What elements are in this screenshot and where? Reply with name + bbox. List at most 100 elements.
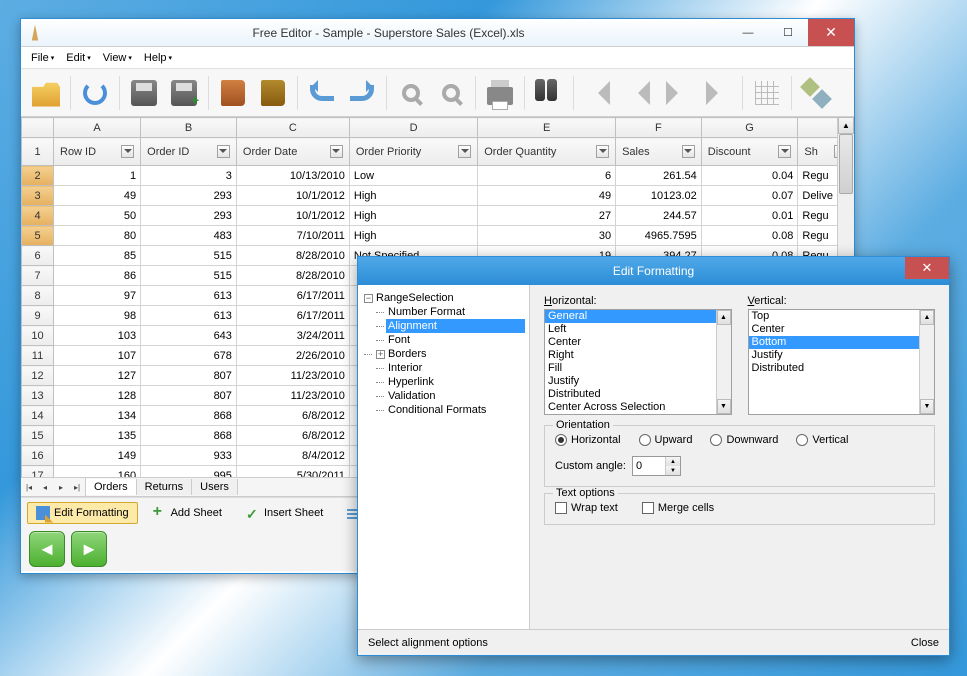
custom-angle-input[interactable]: [633, 457, 665, 475]
field-header[interactable]: Order ID: [141, 138, 237, 166]
row-header[interactable]: 11: [22, 346, 54, 366]
table-row[interactable]: 45029310/1/2012High27244.570.01Regu: [22, 206, 854, 226]
tab-next-button[interactable]: ▸: [53, 478, 69, 496]
dialog-close-link[interactable]: Close: [911, 637, 939, 649]
tab-prev-button[interactable]: ◂: [37, 478, 53, 496]
row-header[interactable]: 15: [22, 426, 54, 446]
list-item[interactable]: Right: [545, 349, 716, 362]
tree-alignment[interactable]: Alignment: [386, 319, 525, 333]
menu-file[interactable]: File▾: [25, 50, 60, 66]
shapes-button[interactable]: [797, 74, 835, 112]
col-header[interactable]: G: [701, 118, 798, 138]
row-header[interactable]: 6: [22, 246, 54, 266]
scroll-thumb[interactable]: [839, 134, 853, 194]
undo-button[interactable]: [303, 74, 341, 112]
list-item[interactable]: Bottom: [749, 336, 920, 349]
prev-button[interactable]: [619, 74, 657, 112]
row-header[interactable]: 10: [22, 326, 54, 346]
field-header[interactable]: Discount: [701, 138, 798, 166]
field-header[interactable]: Order Quantity: [478, 138, 616, 166]
maximize-button[interactable]: ☐: [768, 19, 808, 46]
zoom-out-button[interactable]: [432, 74, 470, 112]
tree-conditional-formats[interactable]: Conditional Formats: [386, 403, 525, 417]
add-sheet-button[interactable]: +Add Sheet: [144, 502, 231, 524]
tree-hyperlink[interactable]: Hyperlink: [386, 375, 525, 389]
tab-returns[interactable]: Returns: [137, 479, 193, 495]
dialog-close-button[interactable]: ✕: [905, 257, 949, 279]
filter-button[interactable]: [458, 145, 471, 158]
nav-forward-button[interactable]: ►: [71, 531, 107, 567]
refresh-button[interactable]: [76, 74, 114, 112]
dialog-tree[interactable]: −RangeSelection Number Format Alignment …: [358, 285, 530, 629]
edit-formatting-button[interactable]: Edit Formatting: [27, 502, 138, 524]
tree-interior[interactable]: Interior: [386, 361, 525, 375]
filter-button[interactable]: [330, 145, 343, 158]
expand-icon[interactable]: +: [376, 350, 385, 359]
col-header[interactable]: B: [141, 118, 237, 138]
table-row[interactable]: 21310/13/2010Low6261.540.04Regu: [22, 166, 854, 186]
table-row[interactable]: 5804837/10/2011High304965.75950.08Regu: [22, 226, 854, 246]
menu-edit[interactable]: Edit▾: [60, 50, 96, 66]
tree-borders[interactable]: +Borders: [374, 347, 525, 361]
row-header[interactable]: 1: [22, 138, 54, 166]
list-item[interactable]: Top: [749, 310, 920, 323]
menu-help[interactable]: Help▾: [138, 50, 178, 66]
list-scroll-down[interactable]: ▼: [717, 399, 731, 414]
list-scroll-up[interactable]: ▲: [717, 310, 731, 325]
radio-horizontal[interactable]: Horizontal: [555, 434, 621, 446]
row-header[interactable]: 13: [22, 386, 54, 406]
spin-up-button[interactable]: ▲: [666, 457, 680, 466]
close-button[interactable]: ✕: [808, 19, 854, 46]
col-header[interactable]: E: [478, 118, 616, 138]
first-button[interactable]: [579, 74, 617, 112]
field-header[interactable]: Row ID: [54, 138, 141, 166]
dialog-titlebar[interactable]: Edit Formatting ✕: [358, 257, 949, 285]
grid-button[interactable]: [748, 74, 786, 112]
field-header[interactable]: Order Priority: [349, 138, 477, 166]
radio-vertical[interactable]: Vertical: [796, 434, 848, 446]
col-header[interactable]: A: [54, 118, 141, 138]
col-header[interactable]: F: [616, 118, 702, 138]
scroll-up-button[interactable]: ▲: [838, 117, 854, 134]
spin-down-button[interactable]: ▼: [666, 466, 680, 475]
col-header[interactable]: C: [236, 118, 349, 138]
next-button[interactable]: [659, 74, 697, 112]
list-item[interactable]: General: [545, 310, 716, 323]
row-header[interactable]: 3: [22, 186, 54, 206]
row-header[interactable]: 2: [22, 166, 54, 186]
nav-back-button[interactable]: ◄: [29, 531, 65, 567]
tree-root[interactable]: −RangeSelection: [362, 291, 525, 305]
save-button[interactable]: [125, 74, 163, 112]
menu-view[interactable]: View▾: [97, 50, 138, 66]
list-item[interactable]: Justify: [749, 349, 920, 362]
titlebar[interactable]: Free Editor - Sample - Superstore Sales …: [21, 19, 854, 47]
row-header[interactable]: 9: [22, 306, 54, 326]
custom-angle-spinner[interactable]: ▲▼: [632, 456, 681, 476]
tab-last-button[interactable]: ▸|: [69, 478, 85, 496]
radio-downward[interactable]: Downward: [710, 434, 778, 446]
filter-button[interactable]: [682, 145, 695, 158]
list-item[interactable]: Justify: [545, 375, 716, 388]
print-button[interactable]: [481, 74, 519, 112]
open-button[interactable]: [27, 74, 65, 112]
row-header[interactable]: 14: [22, 406, 54, 426]
tab-first-button[interactable]: |◂: [21, 478, 37, 496]
row-header[interactable]: 17: [22, 466, 54, 478]
tab-orders[interactable]: Orders: [86, 479, 137, 495]
tab-users[interactable]: Users: [192, 479, 238, 495]
radio-upward[interactable]: Upward: [639, 434, 693, 446]
row-header[interactable]: 7: [22, 266, 54, 286]
merge-cells-checkbox[interactable]: Merge cells: [642, 502, 714, 514]
table-row[interactable]: 34929310/1/2012High4910123.020.07Delive: [22, 186, 854, 206]
filter-button[interactable]: [596, 145, 609, 158]
list-item[interactable]: Distributed: [545, 388, 716, 401]
vertical-listbox[interactable]: TopCenterBottomJustifyDistributed ▲▼: [748, 309, 936, 415]
list-item[interactable]: Left: [545, 323, 716, 336]
row-header[interactable]: 16: [22, 446, 54, 466]
last-button[interactable]: [699, 74, 737, 112]
tree-font[interactable]: Font: [386, 333, 525, 347]
filter-button[interactable]: [778, 145, 791, 158]
redo-button[interactable]: [343, 74, 381, 112]
insert-sheet-button[interactable]: ✓Insert Sheet: [237, 502, 332, 524]
list-item[interactable]: Distributed: [749, 362, 920, 375]
